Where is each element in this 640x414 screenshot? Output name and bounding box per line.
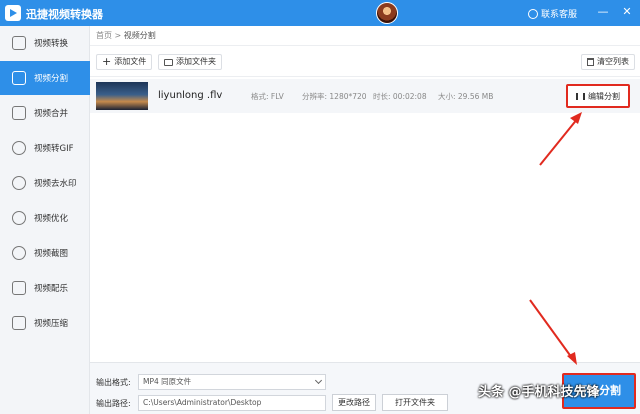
- sidebar-item-gif[interactable]: 视频转GIF: [0, 131, 90, 165]
- output-panel: 输出格式: MP4 同原文件 输出路径: C:\Users\Administra…: [90, 362, 640, 414]
- contact-support-button[interactable]: 联系客服: [528, 7, 577, 20]
- open-folder-button[interactable]: 打开文件夹: [382, 394, 448, 411]
- split-edit-icon: [576, 92, 585, 100]
- sidebar-item-label: 视频优化: [34, 214, 69, 224]
- add-file-label: 添加文件: [114, 57, 147, 66]
- convert-icon: [12, 36, 26, 50]
- add-folder-button[interactable]: 添加文件夹: [158, 54, 222, 70]
- sidebar-item-label: 视频去水印: [34, 179, 77, 189]
- toolbar: + 添加文件 添加文件夹 清空列表: [90, 46, 640, 76]
- sidebar-item-optimize[interactable]: 视频优化: [0, 201, 90, 235]
- optimize-icon: [12, 211, 26, 225]
- output-format-value: MP4 同原文件: [143, 377, 192, 386]
- trash-icon: [587, 58, 594, 66]
- user-avatar[interactable]: [376, 2, 398, 24]
- output-format-select[interactable]: MP4 同原文件: [138, 374, 326, 390]
- contact-support-label: 联系客服: [541, 10, 578, 20]
- plus-icon: +: [102, 55, 112, 68]
- sidebar-item-watermark[interactable]: 视频去水印: [0, 166, 90, 200]
- close-button[interactable]: ✕: [620, 5, 634, 19]
- output-path-field[interactable]: C:\Users\Administrator\Desktop: [138, 395, 326, 411]
- video-thumbnail: [96, 82, 148, 110]
- file-format: 格式: FLV: [251, 92, 284, 101]
- app-title: 迅捷视频转换器: [26, 8, 103, 21]
- breadcrumb-separator: >: [114, 31, 122, 40]
- sidebar-item-label: 视频配乐: [34, 284, 69, 294]
- sidebar-item-split[interactable]: 视频分割: [0, 61, 90, 95]
- output-format-label: 输出格式:: [96, 378, 131, 387]
- edit-split-button[interactable]: 编辑分割: [566, 84, 630, 108]
- sidebar-item-screenshot[interactable]: 视频截图: [0, 236, 90, 270]
- screenshot-icon: [12, 246, 26, 260]
- file-resolution: 分辨率: 1280*720: [302, 92, 367, 101]
- file-size: 大小: 29.56 MB: [438, 92, 494, 101]
- watermark-text: 头条 @手机科技先锋: [478, 385, 600, 400]
- app-logo-icon: [5, 5, 21, 21]
- merge-icon: [12, 106, 26, 120]
- clear-list-label: 清空列表: [597, 57, 629, 66]
- output-path-value: C:\Users\Administrator\Desktop: [143, 398, 262, 407]
- file-list: liyunlong .flv 格式: FLV 分辨率: 1280*720 时长:…: [90, 76, 640, 362]
- compress-icon: [12, 316, 26, 330]
- sidebar-item-convert[interactable]: 视频转换: [0, 26, 90, 60]
- sidebar-item-label: 视频合并: [34, 109, 69, 119]
- chevron-down-icon: [314, 376, 323, 385]
- sidebar-item-music[interactable]: 视频配乐: [0, 271, 90, 305]
- title-bar: 迅捷视频转换器 联系客服 — ✕: [0, 0, 640, 26]
- clear-list-button[interactable]: 清空列表: [581, 54, 635, 70]
- sidebar-item-label: 视频截图: [34, 249, 69, 259]
- sidebar-item-label: 视频转GIF: [34, 144, 74, 154]
- file-duration: 时长: 00:02:08: [373, 92, 427, 101]
- change-path-button[interactable]: 更改路径: [332, 394, 376, 411]
- sidebar-item-compress[interactable]: 视频压缩: [0, 306, 90, 340]
- output-path-label: 输出路径:: [96, 399, 131, 408]
- headset-icon: [528, 8, 538, 19]
- folder-icon: [164, 58, 173, 66]
- sidebar-item-label: 视频压缩: [34, 319, 69, 329]
- breadcrumb-home[interactable]: 首页: [96, 31, 112, 40]
- breadcrumb-current: 视频分割: [123, 31, 156, 40]
- sidebar-item-label: 视频转换: [34, 39, 69, 49]
- add-folder-label: 添加文件夹: [176, 57, 216, 66]
- sidebar-item-merge[interactable]: 视频合并: [0, 96, 90, 130]
- add-file-button[interactable]: + 添加文件: [96, 54, 153, 70]
- file-name: liyunlong .flv: [158, 90, 223, 101]
- minimize-button[interactable]: —: [596, 5, 610, 19]
- sidebar: 视频转换 视频分割 视频合并 视频转GIF 视频去水印 视频优化 视频截图 视频…: [0, 26, 90, 414]
- split-icon: [12, 71, 26, 85]
- sidebar-item-label: 视频分割: [34, 74, 69, 84]
- edit-split-label: 编辑分割: [588, 91, 620, 101]
- breadcrumb: 首页 > 视频分割: [90, 26, 640, 46]
- gif-icon: [12, 141, 26, 155]
- music-icon: [12, 281, 26, 295]
- file-row[interactable]: liyunlong .flv 格式: FLV 分辨率: 1280*720 时长:…: [90, 79, 640, 113]
- watermark-icon: [12, 176, 26, 190]
